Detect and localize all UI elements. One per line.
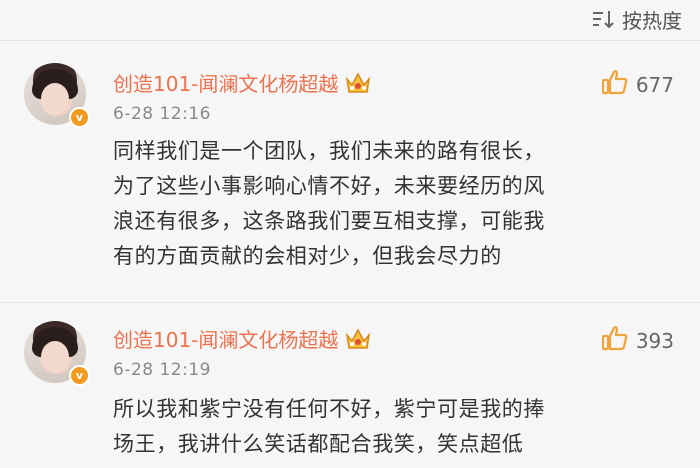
comment-line: 为了这些小事影响心情不好，未来要经历的风 bbox=[113, 174, 545, 198]
verified-v-icon: v bbox=[69, 107, 90, 128]
comment-line: 浪还有很多，这条路我们要互相支撑，可能我 bbox=[113, 209, 545, 233]
divider bbox=[0, 302, 700, 303]
comment-time: 6-28 12:19 bbox=[113, 360, 211, 380]
author-row: 创造101-闻澜文化杨超越 bbox=[113, 68, 372, 97]
author-name[interactable]: 创造101-闻澜文化杨超越 bbox=[113, 324, 338, 353]
comment-text: 同样我们是一个团队，我们未来的路有很长， 为了这些小事影响心情不好，未来要经历的… bbox=[113, 134, 668, 274]
comment-text: 所以我和紫宁没有任何不好，紫宁可是我的捧 场王，我讲什么笑话都配合我笑，笑点超低 bbox=[113, 392, 668, 462]
thumbs-up-icon bbox=[601, 69, 628, 100]
sort-icon bbox=[592, 9, 614, 29]
author-row: 创造101-闻澜文化杨超越 bbox=[113, 324, 372, 353]
verified-v-icon: v bbox=[69, 365, 90, 386]
like-button[interactable]: 393 bbox=[601, 325, 674, 356]
comment-time: 6-28 12:16 bbox=[113, 104, 211, 124]
comment-line: 所以我和紫宁没有任何不好，紫宁可是我的捧 bbox=[113, 397, 545, 421]
comment-line: 有的方面贡献的会相对少，但我会尽力的 bbox=[113, 244, 502, 268]
like-count: 393 bbox=[635, 328, 674, 353]
sort-label: 按热度 bbox=[622, 8, 682, 33]
divider bbox=[0, 40, 700, 41]
like-button[interactable]: 677 bbox=[601, 69, 674, 100]
avatar[interactable]: v bbox=[24, 63, 90, 128]
thumbs-up-icon bbox=[601, 325, 628, 356]
like-count: 677 bbox=[635, 72, 674, 97]
crown-badge-icon bbox=[344, 70, 372, 96]
comment-line: 场王，我讲什么笑话都配合我笑，笑点超低 bbox=[113, 432, 524, 456]
sort-bar: 按热度 bbox=[0, 0, 700, 40]
sort-by-hot-button[interactable]: 按热度 bbox=[592, 6, 682, 33]
crown-badge-icon bbox=[344, 326, 372, 352]
avatar[interactable]: v bbox=[24, 321, 90, 386]
author-name[interactable]: 创造101-闻澜文化杨超越 bbox=[113, 68, 338, 97]
comment-line: 同样我们是一个团队，我们未来的路有很长， bbox=[113, 139, 545, 163]
